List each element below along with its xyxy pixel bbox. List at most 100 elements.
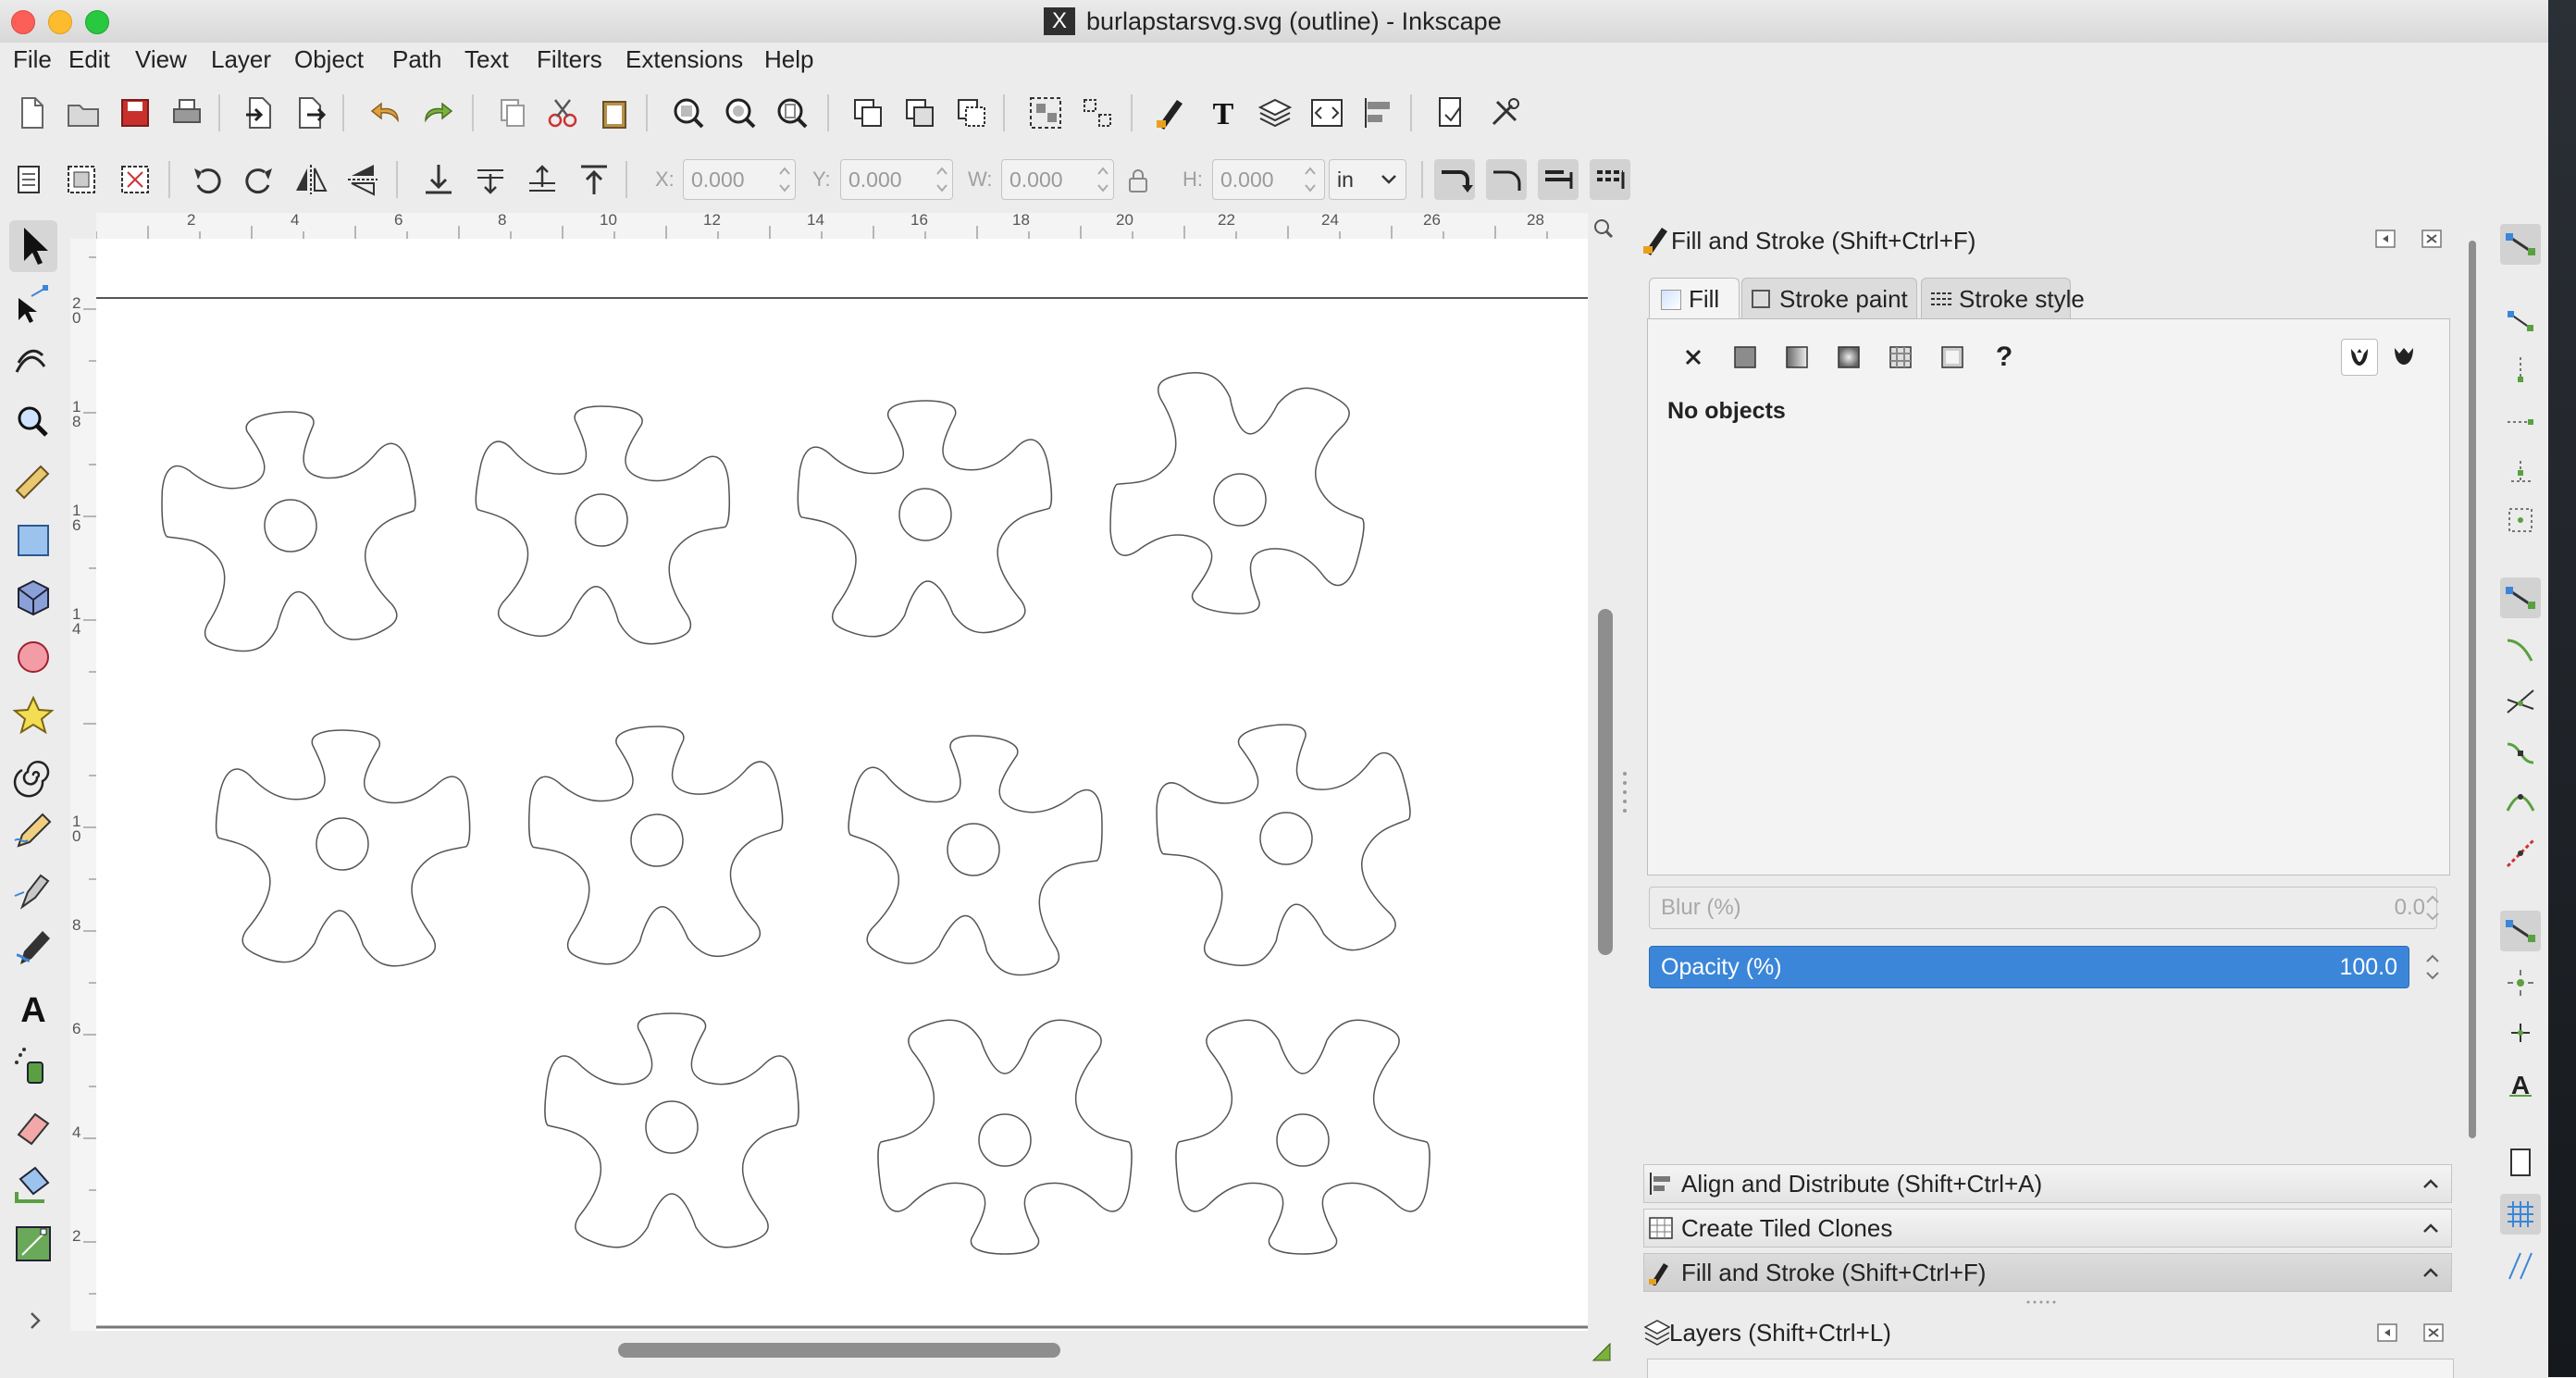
text-dialog-icon[interactable]: T	[1203, 93, 1244, 133]
tab-stroke-paint[interactable]: Stroke paint	[1741, 278, 1917, 318]
transform-patterns-toggle[interactable]	[1590, 159, 1630, 200]
select-all-icon[interactable]	[9, 159, 50, 200]
zoom-corner-icon[interactable]	[1591, 217, 1616, 241]
menu-layer[interactable]: Layer	[211, 43, 271, 76]
star-shape[interactable]	[212, 726, 474, 968]
tab-stroke-style[interactable]: Stroke style	[1921, 278, 2085, 318]
x-stepper-icon[interactable]	[777, 159, 792, 200]
scale-stroke-toggle[interactable]	[1434, 159, 1475, 200]
menu-extensions[interactable]: Extensions	[625, 43, 743, 76]
vertical-scrollbar[interactable]	[1593, 239, 1617, 1331]
layers-dialog-icon[interactable]	[1255, 93, 1295, 133]
spiral-tool[interactable]	[9, 750, 57, 801]
document-properties-icon[interactable]	[1430, 93, 1471, 133]
menu-help[interactable]: Help	[764, 43, 813, 76]
star-shape[interactable]	[523, 718, 792, 969]
snap-smooth-nodes-icon[interactable]	[2500, 783, 2541, 824]
print-icon[interactable]	[167, 93, 207, 133]
star-shape[interactable]	[466, 398, 736, 649]
lower-to-bottom-icon[interactable]	[418, 159, 459, 200]
star-shape[interactable]	[153, 399, 429, 658]
pen-tool[interactable]	[9, 866, 57, 918]
snap-paths-icon[interactable]	[2500, 629, 2541, 670]
drawing-canvas[interactable]	[96, 239, 1588, 1331]
zoom-window-button[interactable]	[85, 10, 109, 34]
flip-vertical-icon[interactable]	[342, 159, 383, 200]
tab-fill[interactable]: Fill	[1649, 278, 1740, 318]
snap-bbox-center-icon[interactable]	[2500, 500, 2541, 540]
panel-close-icon[interactable]	[2422, 1322, 2445, 1344]
snap-page-border-icon[interactable]	[2500, 1142, 2541, 1183]
star-shape[interactable]	[1145, 708, 1429, 975]
3d-box-tool[interactable]	[9, 574, 57, 626]
opacity-stepper-icon[interactable]	[2422, 946, 2443, 988]
snap-rotation-center-icon[interactable]	[2500, 1012, 2541, 1053]
chevron-right-icon[interactable]	[22, 1307, 50, 1335]
preferences-icon[interactable]	[1484, 93, 1525, 133]
snap-others-icon[interactable]	[2500, 911, 2541, 951]
new-document-icon[interactable]	[11, 93, 52, 133]
swatch-icon[interactable]	[1934, 339, 1971, 376]
blur-stepper-icon[interactable]	[2422, 887, 2443, 929]
panel-resize-grip[interactable]	[2025, 1297, 2058, 1307]
snap-intersections-icon[interactable]	[2500, 681, 2541, 722]
spray-tool[interactable]	[9, 1042, 57, 1094]
panel-close-icon[interactable]	[2421, 228, 2443, 250]
lock-proportions-icon[interactable]	[1125, 167, 1151, 194]
radial-gradient-icon[interactable]	[1830, 339, 1867, 376]
raise-icon[interactable]	[522, 159, 563, 200]
star-shape[interactable]	[835, 723, 1111, 982]
horizontal-scrollbar[interactable]	[96, 1338, 1588, 1362]
color-manage-icon[interactable]	[1590, 1340, 1614, 1364]
ungroup-icon[interactable]	[1077, 93, 1118, 133]
zoom-tool[interactable]	[9, 396, 57, 448]
copy-icon[interactable]	[492, 93, 533, 133]
fill-stroke-dialog-icon[interactable]	[1151, 93, 1192, 133]
undo-icon[interactable]	[366, 93, 407, 133]
minimize-window-button[interactable]	[48, 10, 72, 34]
zoom-selection-icon[interactable]	[668, 93, 709, 133]
selector-tool[interactable]	[9, 220, 57, 272]
text-tool[interactable]: A	[9, 983, 57, 1035]
paste-icon[interactable]	[594, 93, 635, 133]
menu-text[interactable]: Text	[464, 43, 509, 76]
snap-bbox-corner-icon[interactable]	[2500, 400, 2541, 441]
node-tool[interactable]	[9, 279, 57, 331]
rotate-ccw-icon[interactable]	[187, 159, 228, 200]
align-distribute-icon[interactable]	[1358, 93, 1399, 133]
opacity-slider[interactable]: Opacity (%) 100.0	[1649, 946, 2409, 988]
snap-bbox-midpoint-icon[interactable]	[2500, 450, 2541, 490]
clone-icon[interactable]	[899, 93, 940, 133]
calligraphy-tool[interactable]	[9, 924, 57, 975]
transform-gradients-toggle[interactable]	[1538, 159, 1579, 200]
tiled-clones-panel-header[interactable]: Create Tiled Clones	[1643, 1209, 2452, 1248]
paint-bucket-tool[interactable]	[9, 1159, 57, 1210]
open-document-icon[interactable]	[63, 93, 104, 133]
close-window-button[interactable]	[11, 10, 35, 34]
linear-gradient-icon[interactable]	[1778, 339, 1815, 376]
panel-iconify-icon[interactable]	[2374, 228, 2396, 250]
ellipse-tool[interactable]	[9, 631, 57, 683]
align-distribute-panel-header[interactable]: Align and Distribute (Shift+Ctrl+A)	[1643, 1164, 2452, 1203]
redo-icon[interactable]	[416, 93, 457, 133]
snap-bbox-icon[interactable]	[2500, 300, 2541, 341]
snap-text-baseline-icon[interactable]: A	[2500, 1064, 2541, 1105]
fill-rule-evenodd-icon[interactable]	[2341, 339, 2378, 376]
snap-toggle-icon[interactable]	[2500, 224, 2541, 265]
select-all-layers-icon[interactable]	[61, 159, 102, 200]
group-icon[interactable]	[1025, 93, 1066, 133]
raise-to-top-icon[interactable]	[574, 159, 614, 200]
menu-object[interactable]: Object	[294, 43, 364, 76]
zoom-drawing-icon[interactable]	[720, 93, 761, 133]
duplicate-icon[interactable]	[848, 93, 888, 133]
snap-nodes-icon[interactable]	[2500, 577, 2541, 618]
snap-cusp-nodes-icon[interactable]	[2500, 733, 2541, 774]
blur-slider[interactable]: Blur (%) 0.0	[1649, 887, 2437, 929]
save-document-icon[interactable]	[115, 93, 155, 133]
panel-iconify-icon[interactable]	[2376, 1322, 2398, 1344]
menu-view[interactable]: View	[135, 43, 187, 76]
menu-edit[interactable]: Edit	[68, 43, 110, 76]
zoom-page-icon[interactable]	[772, 93, 812, 133]
snap-grid-icon[interactable]	[2500, 1194, 2541, 1235]
fill-rule-nonzero-icon[interactable]	[2385, 339, 2422, 376]
